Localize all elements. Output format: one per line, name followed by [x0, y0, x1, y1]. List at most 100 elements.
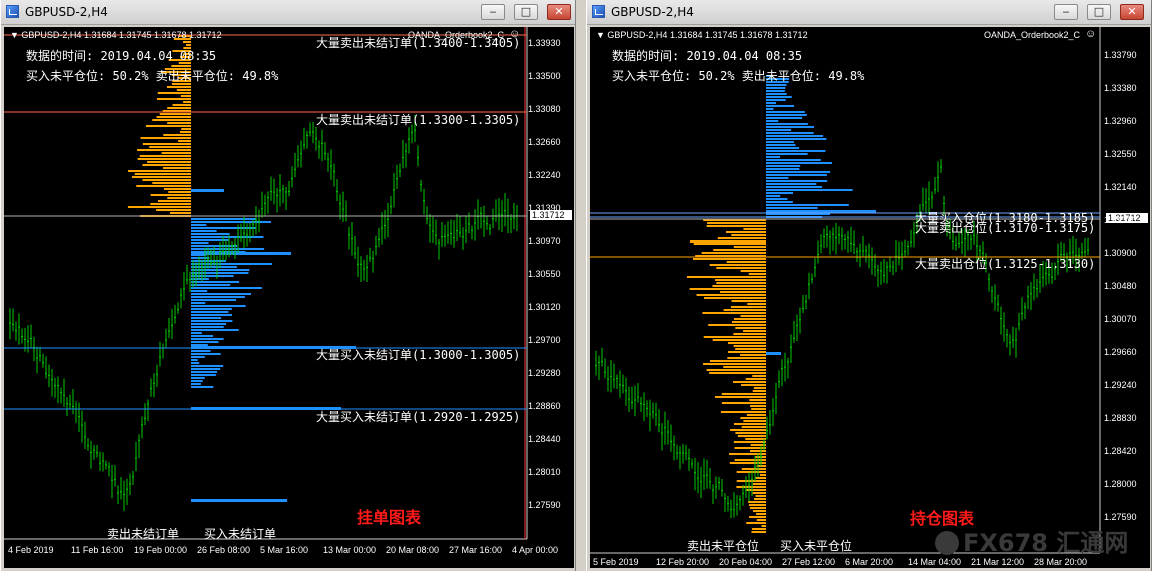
orderbook-bar-highlight [766, 352, 781, 355]
orderbook-bar [191, 227, 256, 229]
orderbook-bar [750, 405, 766, 407]
orderbook-bar [191, 374, 216, 376]
orderbook-bar [766, 123, 808, 125]
orderbook-bar [191, 323, 227, 325]
orderbook-bar [191, 371, 218, 373]
orderbook-bar [191, 341, 219, 343]
minimize-button[interactable]: ‒ [1054, 4, 1078, 20]
orderbook-bar [766, 147, 800, 149]
orderbook-bar [766, 192, 793, 194]
close-button[interactable]: ✕ [1120, 4, 1144, 20]
orderbook-bar [715, 279, 766, 281]
orderbook-bar [716, 267, 766, 269]
date-tick-label: 5 Mar 16:00 [260, 545, 309, 555]
price-tick-label: 1.31390 [528, 203, 561, 213]
date-tick-label: 4 Feb 2019 [8, 545, 54, 555]
orderbook-bar [191, 218, 256, 220]
date-tick-label: 4 Apr 00:00 [512, 545, 559, 555]
orderbook-bar [191, 305, 246, 307]
orderbook-bar [728, 342, 766, 344]
orderbook-bar [766, 120, 779, 122]
orderbook-bar [191, 299, 236, 301]
orderbook-bar [745, 378, 766, 380]
orderbook-bar [701, 252, 766, 254]
price-tick-label: 1.29240 [1104, 380, 1137, 390]
orderbook-bar [754, 498, 766, 500]
orderbook-bar [766, 195, 781, 197]
orderbook-bar [743, 330, 766, 332]
price-tick-label: 1.32140 [1104, 182, 1137, 192]
orderbook-bar [191, 266, 237, 268]
orderbook-bar [191, 230, 217, 232]
orderbook-bar [741, 384, 766, 386]
right-position-ratio: 买入未平仓位: 50.2% 卖出未平仓位: 49.8% [612, 69, 865, 83]
right-chart-window: GBPUSD-2,H4 ‒ □ ✕ ▼ GBPUSD-2,H4 1.31684 … [586, 0, 1152, 571]
date-tick-label: 12 Feb 20:00 [656, 557, 710, 567]
orderbook-bar [168, 191, 191, 193]
left-chart-window: GBPUSD-2,H4 ‒ □ ✕ ▼ GBPUSD-2,H4 1.31684 … [0, 0, 576, 571]
orderbook-bar [191, 257, 210, 259]
orderbook-bar [179, 131, 191, 133]
orderbook-bar [733, 423, 766, 425]
right-buy-positions-label: 买入未平仓位 [780, 539, 853, 553]
maximize-button[interactable]: □ [1087, 4, 1111, 20]
orderbook-bar [753, 387, 766, 389]
orderbook-bar [737, 435, 766, 437]
orderbook-bar [191, 302, 206, 304]
price-tick-label: 1.33500 [528, 71, 561, 81]
orderbook-bar [761, 525, 766, 527]
orderbook-bar [167, 107, 191, 109]
orderbook-bar [161, 152, 191, 154]
maximize-button[interactable]: □ [514, 4, 538, 20]
orderbook-bar [751, 408, 766, 410]
orderbook-bar [704, 297, 766, 299]
orderbook-bar [766, 177, 789, 179]
orderbook-bar [752, 390, 766, 392]
price-tick-label: 1.31310 [1104, 215, 1137, 225]
orderbook-bar [766, 126, 814, 128]
left-annotation-3: 大量买入未结订单(1.3000-1.3005) [316, 348, 521, 362]
orderbook-bar [736, 480, 766, 482]
close-button[interactable]: ✕ [547, 4, 571, 20]
orderbook-bar [183, 101, 191, 103]
orderbook-bar [181, 128, 191, 130]
orderbook-bar [152, 182, 191, 184]
orderbook-bar [729, 453, 766, 455]
orderbook-bar [191, 311, 229, 313]
orderbook-bar [746, 414, 766, 416]
orderbook-bar [156, 116, 191, 118]
minimize-button[interactable]: ‒ [481, 4, 505, 20]
left-price-chart[interactable]: ▼ GBPUSD-2,H4 1.31684 1.31745 1.31678 1.… [4, 27, 574, 568]
price-tick-label: 1.33380 [1104, 83, 1137, 93]
orderbook-bar [191, 314, 232, 316]
left-window-titlebar[interactable]: GBPUSD-2,H4 ‒ □ ✕ [1, 0, 575, 25]
orderbook-bar [733, 345, 766, 347]
right-window-titlebar[interactable]: GBPUSD-2,H4 ‒ □ ✕ [587, 0, 1151, 25]
orderbook-bar [191, 344, 208, 346]
left-chart-title: 挂单图表 [357, 508, 422, 527]
orderbook-bar [766, 117, 803, 119]
orderbook-bar [730, 429, 766, 431]
price-tick-label: 1.27590 [528, 500, 561, 510]
orderbook-bar [766, 165, 801, 167]
orderbook-bar [191, 317, 222, 319]
orderbook-bar [730, 306, 766, 308]
orderbook-bar [191, 287, 262, 289]
orderbook-bar [733, 246, 766, 248]
orderbook-bar [191, 284, 231, 286]
orderbook-bar [127, 206, 191, 208]
right-data-time: 数据的时间: 2019.04.04 08:35 [612, 49, 803, 63]
orderbook-bar [740, 417, 766, 419]
orderbook-bar [149, 146, 191, 148]
orderbook-bar [747, 303, 766, 305]
date-tick-label: 5 Feb 2019 [593, 557, 639, 567]
orderbook-bar [703, 363, 766, 365]
price-tick-label: 1.30120 [528, 302, 561, 312]
right-price-chart[interactable]: ▼ GBPUSD-2,H4 1.31684 1.31745 1.31678 1.… [590, 27, 1150, 568]
orderbook-bar [733, 318, 766, 320]
right-chart-header: ▼ GBPUSD-2,H4 1.31684 1.31745 1.31678 1.… [596, 30, 808, 40]
left-chart-canvas [4, 27, 528, 540]
orderbook-bar [766, 132, 814, 134]
price-tick-label: 1.33930 [528, 38, 561, 48]
orderbook-bar [735, 432, 766, 434]
